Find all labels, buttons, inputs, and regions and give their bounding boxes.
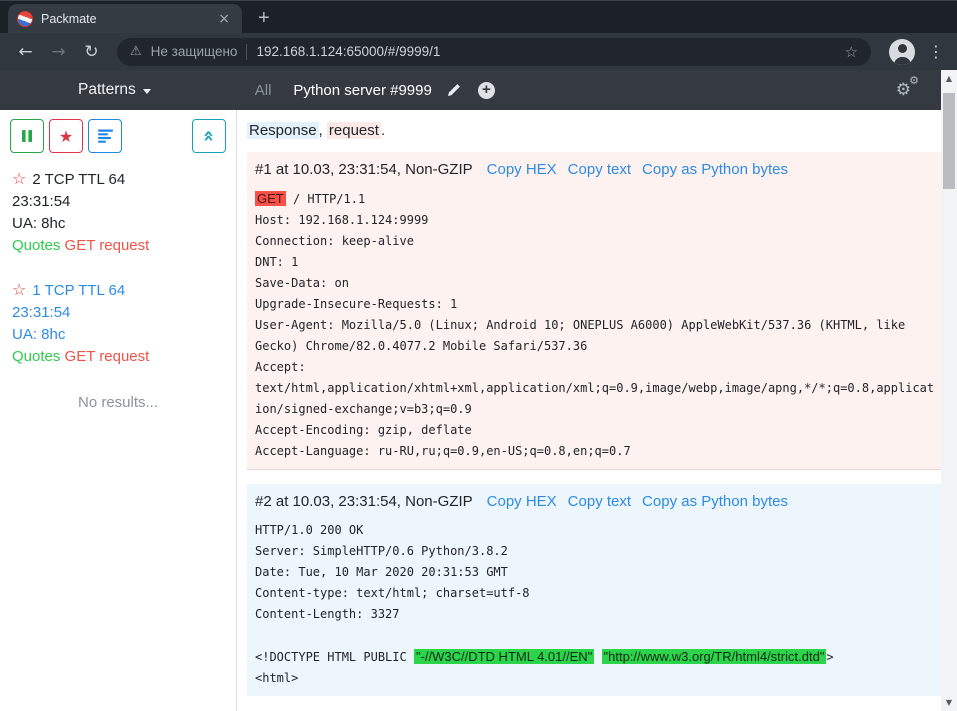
browser-tab[interactable]: Packmate × — [8, 4, 242, 33]
favorites-filter-button[interactable]: ★ — [49, 119, 83, 153]
packmate-app: Patterns All Python server #9999 ⚙⚙ ★ — [0, 70, 957, 711]
tab-title: Packmate — [41, 12, 207, 26]
pause-capture-button[interactable] — [10, 119, 44, 153]
profile-avatar[interactable] — [889, 39, 915, 65]
not-secure-warning-icon: ⚠ — [130, 44, 142, 59]
packet-payload: GET / HTTP/1.1 Host: 192.168.1.124:9999 … — [255, 188, 937, 469]
link-copy-hex[interactable]: Copy HEX — [487, 493, 557, 510]
result-user-agent: UA: 8hc — [12, 213, 224, 235]
result-pattern-tags: Quotes GET request — [12, 235, 224, 257]
security-label: Не защищено — [151, 44, 238, 59]
pattern-tag: Quotes — [12, 348, 60, 365]
result-title-line: ☆ 2 TCP TTL 64 — [12, 168, 224, 191]
packmate-favicon-icon — [17, 11, 33, 27]
patterns-menu[interactable]: Patterns — [78, 81, 151, 99]
legend-highlight-request: request — [327, 122, 381, 139]
capture-results-list: ☆2 TCP TTL 6423:31:54UA: 8hcQuotes GET r… — [0, 162, 236, 378]
pattern-tag: GET request — [65, 237, 150, 254]
link-copy-as-python-bytes[interactable]: Copy as Python bytes — [642, 493, 788, 510]
browser-tab-strip: Packmate × + — [0, 0, 957, 33]
app-body: ★ « ☆2 TCP TTL 6423:31:54UA: 8hcQuotes G… — [0, 110, 941, 711]
packet-actions: Copy HEX Copy text Copy as Python bytes — [487, 493, 788, 510]
tab-pattern[interactable]: Python server #9999 — [293, 82, 431, 99]
packet-meta: #1 at 10.03, 23:31:54, Non-GZIP — [255, 161, 473, 178]
tab-all[interactable]: All — [255, 82, 272, 99]
payload-highlight-green: "-//W3C//DTD HTML 4.01//EN" — [414, 649, 594, 664]
settings-gears-icon[interactable]: ⚙⚙ — [896, 80, 911, 100]
legend-highlight-response: Response — [247, 122, 319, 139]
packets-list: #1 at 10.03, 23:31:54, Non-GZIPCopy HEXC… — [247, 152, 941, 696]
link-copy-hex[interactable]: Copy HEX — [487, 161, 557, 178]
packet-actions: Copy HEX Copy text Copy as Python bytes — [487, 161, 788, 178]
no-results-text: No results... — [0, 394, 236, 411]
favorite-star-icon[interactable]: ☆ — [12, 169, 26, 188]
result-time: 23:31:54 — [12, 302, 224, 324]
capture-result-item[interactable]: ☆1 TCP TTL 6423:31:54UA: 8hcQuotes GET r… — [0, 273, 236, 378]
patterns-label: Patterns — [78, 81, 136, 99]
address-separator — [246, 44, 247, 60]
result-time: 23:31:54 — [12, 191, 224, 213]
scroll-down-arrow[interactable]: ▼ — [946, 698, 952, 708]
sidebar-toolbar: ★ « — [0, 110, 236, 162]
url-text: 192.168.1.124:65000/#/9999/1 — [256, 44, 835, 59]
address-bar[interactable]: ⚠ Не защищено 192.168.1.124:65000/#/9999… — [117, 38, 871, 66]
edit-pattern-icon[interactable] — [446, 83, 461, 98]
packet-header: #1 at 10.03, 23:31:54, Non-GZIPCopy HEXC… — [247, 152, 941, 178]
forward-button[interactable]: → — [43, 42, 74, 62]
app-navbar: Patterns All Python server #9999 ⚙⚙ — [0, 70, 941, 110]
tab-close-icon[interactable]: × — [215, 11, 233, 27]
favorite-star-icon[interactable]: ☆ — [12, 280, 26, 299]
link-copy-text[interactable]: Copy text — [568, 161, 631, 178]
packet-meta: #2 at 10.03, 23:31:54, Non-GZIP — [255, 493, 473, 510]
reload-button[interactable]: ↻ — [76, 42, 107, 62]
add-pattern-icon[interactable] — [478, 82, 495, 99]
packet-header: #2 at 10.03, 23:31:54, Non-GZIPCopy HEXC… — [247, 484, 941, 510]
result-title: 1 TCP TTL 64 — [32, 282, 125, 299]
new-tab-button[interactable]: + — [258, 8, 270, 28]
browser-menu-icon[interactable]: ⋮ — [925, 42, 947, 61]
stream-view: Response, request. #1 at 10.03, 23:31:54… — [237, 110, 941, 711]
packet-color-legend: Response, request. — [247, 122, 941, 139]
text-filter-button[interactable] — [88, 119, 122, 153]
double-chevron-up-icon: « — [202, 130, 216, 142]
sidebar: ★ « ☆2 TCP TTL 6423:31:54UA: 8hcQuotes G… — [0, 110, 237, 711]
result-title-line: ☆ 1 TCP TTL 64 — [12, 279, 224, 302]
result-pattern-tags: Quotes GET request — [12, 346, 224, 368]
pattern-tag: Quotes — [12, 237, 60, 254]
pattern-tag: GET request — [65, 348, 150, 365]
bookmark-star-icon[interactable]: ☆ — [845, 43, 858, 61]
link-copy-text[interactable]: Copy text — [568, 493, 631, 510]
payload-highlight-green: "http://www.w3.org/TR/html4/strict.dtd" — [602, 649, 827, 664]
packet-card-request: #1 at 10.03, 23:31:54, Non-GZIPCopy HEXC… — [247, 152, 941, 470]
browser-window: Packmate × + ← → ↻ ⚠ Не защищено 192.168… — [0, 0, 957, 711]
packet-card-response: #2 at 10.03, 23:31:54, Non-GZIPCopy HEXC… — [247, 484, 941, 696]
result-title: 2 TCP TTL 64 — [32, 171, 125, 188]
result-user-agent: UA: 8hc — [12, 324, 224, 346]
browser-toolbar: ← → ↻ ⚠ Не защищено 192.168.1.124:65000/… — [0, 33, 957, 70]
page-scrollbar[interactable]: ▲ ▼ — [941, 70, 957, 711]
collapse-sidebar-button[interactable]: « — [192, 119, 226, 153]
link-copy-as-python-bytes[interactable]: Copy as Python bytes — [642, 161, 788, 178]
caret-down-icon — [143, 89, 151, 94]
packet-payload: HTTP/1.0 200 OK Server: SimpleHTTP/0.6 P… — [255, 520, 937, 696]
capture-result-item[interactable]: ☆2 TCP TTL 6423:31:54UA: 8hcQuotes GET r… — [0, 162, 236, 267]
scrollbar-thumb[interactable] — [943, 93, 955, 189]
payload-highlight-red: GET — [255, 191, 286, 206]
scroll-up-arrow[interactable]: ▲ — [946, 74, 952, 84]
back-button[interactable]: ← — [10, 42, 41, 62]
